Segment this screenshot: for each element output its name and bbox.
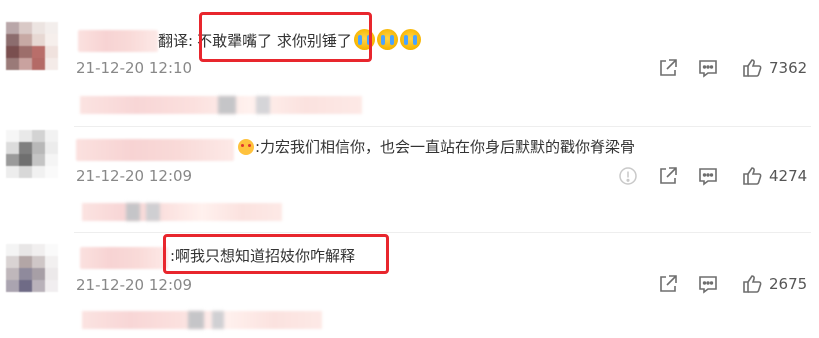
like-button[interactable]: 2675 bbox=[741, 273, 807, 295]
comment-icon bbox=[699, 168, 717, 186]
timestamp: 21-12-20 12:09 bbox=[76, 276, 193, 294]
comment-icon bbox=[699, 60, 717, 78]
share-button[interactable] bbox=[657, 273, 679, 295]
thumbs-up-icon bbox=[743, 167, 762, 185]
like-button[interactable]: 4274 bbox=[741, 165, 807, 187]
avatar[interactable] bbox=[6, 130, 58, 178]
report-icon bbox=[619, 167, 637, 185]
comment-button[interactable] bbox=[697, 57, 719, 79]
reply-preview-blurred[interactable] bbox=[82, 203, 282, 221]
divider bbox=[74, 126, 811, 127]
like-count: 7362 bbox=[769, 59, 808, 77]
highlight-box bbox=[163, 234, 389, 274]
share-icon bbox=[660, 275, 677, 292]
crying-emoji-icon bbox=[399, 29, 421, 50]
crying-emoji-icon bbox=[376, 29, 398, 50]
comment-content: :力宏我们相信你，也会一直站在你身后默默的戳你脊梁骨 bbox=[255, 138, 636, 156]
divider bbox=[74, 232, 811, 233]
comment-text: :力宏我们相信你，也会一直站在你身后默默的戳你脊梁骨 bbox=[238, 136, 635, 158]
reply-preview-blurred[interactable] bbox=[82, 311, 322, 329]
comment-button[interactable] bbox=[697, 165, 719, 187]
reply-preview-blurred[interactable] bbox=[80, 96, 362, 114]
username-blurred[interactable] bbox=[78, 30, 158, 52]
like-button[interactable]: 7362 bbox=[741, 57, 807, 79]
share-icon bbox=[660, 59, 677, 76]
comment-button[interactable] bbox=[697, 273, 719, 295]
username-blurred[interactable] bbox=[80, 247, 168, 269]
thumbs-up-icon bbox=[743, 275, 762, 293]
share-button[interactable] bbox=[657, 165, 679, 187]
comment-icon bbox=[699, 276, 717, 294]
like-count: 4274 bbox=[769, 167, 808, 185]
crown-emoji-icon bbox=[238, 139, 254, 155]
share-button[interactable] bbox=[657, 57, 679, 79]
thumbs-up-icon bbox=[743, 59, 762, 77]
username-blurred[interactable] bbox=[76, 139, 234, 161]
timestamp: 21-12-20 12:10 bbox=[76, 59, 193, 77]
report-button[interactable] bbox=[617, 165, 639, 187]
avatar[interactable] bbox=[6, 244, 58, 292]
avatar[interactable] bbox=[6, 22, 58, 70]
highlight-box bbox=[199, 12, 372, 62]
comment-prefix: 翻译: bbox=[158, 32, 194, 50]
timestamp: 21-12-20 12:09 bbox=[76, 167, 193, 185]
share-icon bbox=[660, 167, 677, 184]
like-count: 2675 bbox=[769, 275, 808, 293]
